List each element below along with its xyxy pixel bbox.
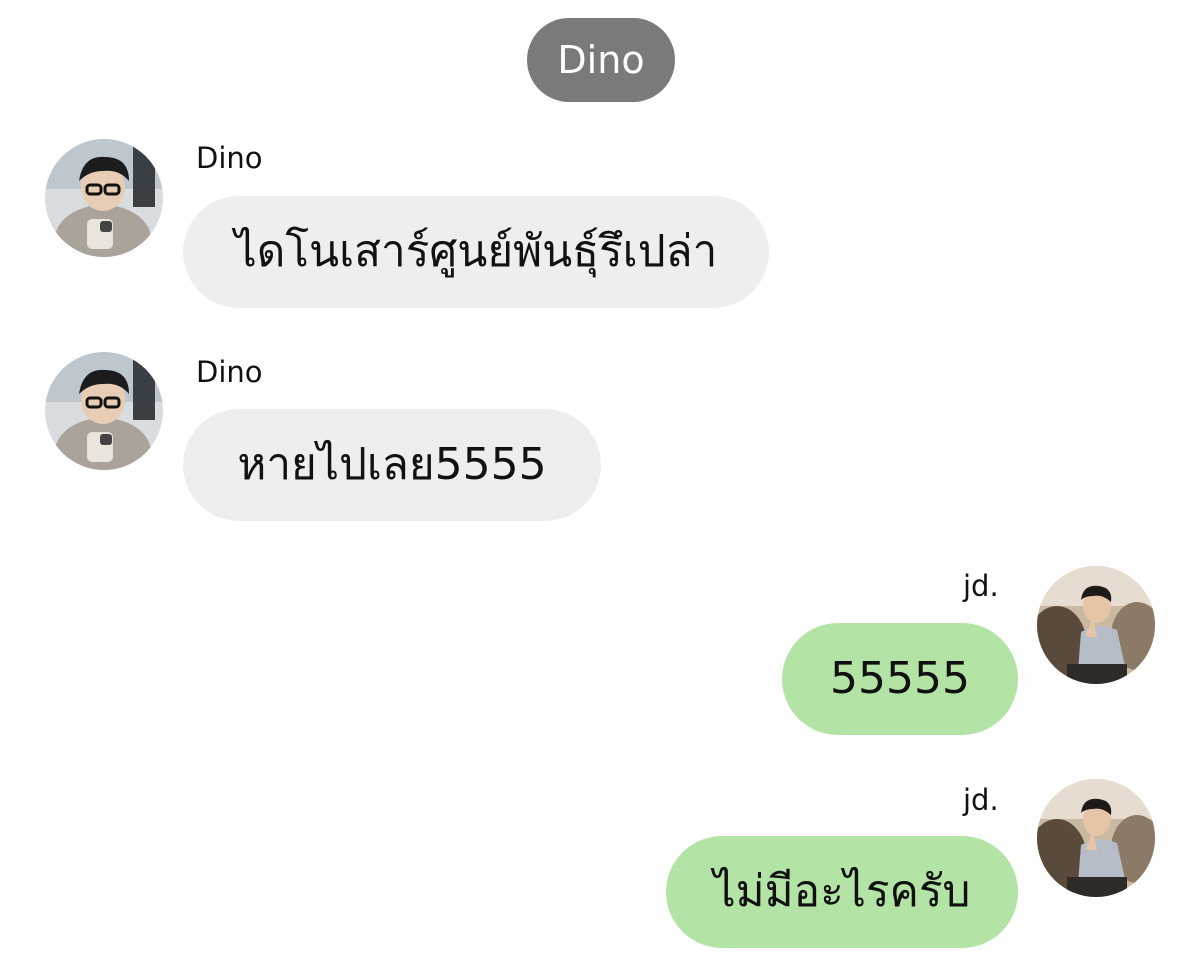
avatar-dino-image xyxy=(45,139,163,257)
avatar[interactable] xyxy=(45,352,163,470)
sender-name: jd. xyxy=(963,569,999,603)
message-bubble-incoming[interactable]: หายไปเลย5555 xyxy=(183,409,601,521)
sender-name: Dino xyxy=(196,141,263,175)
avatar[interactable] xyxy=(1037,566,1155,684)
avatar[interactable] xyxy=(1037,779,1155,897)
message-bubble-outgoing[interactable]: 55555 xyxy=(782,623,1018,735)
avatar-jd-image xyxy=(1037,566,1155,684)
chat-title-pill[interactable]: Dino xyxy=(527,18,675,102)
sender-name: jd. xyxy=(963,783,999,817)
avatar-jd-image xyxy=(1037,779,1155,897)
sender-name: Dino xyxy=(196,355,263,389)
message-bubble-outgoing[interactable]: ไม่มีอะไรครับ xyxy=(666,836,1018,948)
avatar[interactable] xyxy=(45,139,163,257)
avatar-dino-image xyxy=(45,352,163,470)
message-bubble-incoming[interactable]: ไดโนเสาร์ศูนย์พันธุ์รึเปล่า xyxy=(183,196,769,308)
